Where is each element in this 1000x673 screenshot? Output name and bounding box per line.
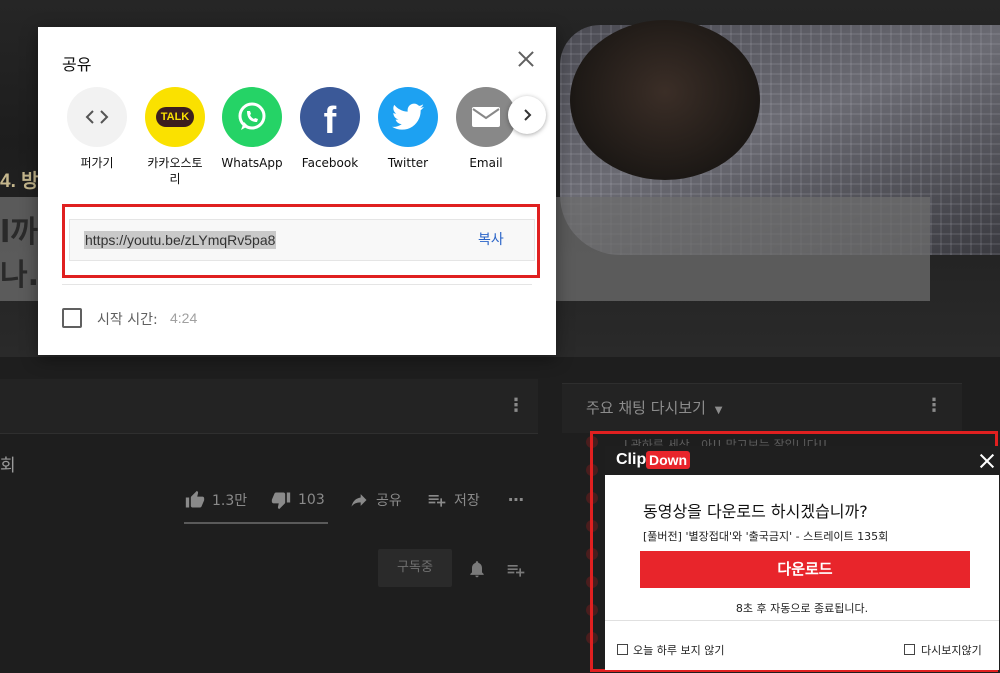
clipdown-video-title: [풀버전] '별장접대'와 '출국금지' - 스트레이트 135회 [643,530,889,543]
share-option-embed[interactable]: 퍼가기 [61,87,133,171]
share-button[interactable]: 공유 [348,490,402,510]
share-option-kakaostory[interactable]: TALK 카카오스토리 [139,87,211,187]
clipdown-popup: Clip Down 동영상을 다운로드 하시겠습니까? [풀버전] '별장접대'… [605,446,999,670]
dislike-button[interactable]: 103 [270,490,325,510]
like-ratio-bar [184,522,328,524]
start-time-checkbox[interactable] [62,308,82,328]
share-dialog-title: 공유 [62,55,92,74]
start-time-label: 시작 시간: [97,312,158,328]
kakao-badge: TALK [155,107,195,127]
divider [62,284,532,285]
thumbs-up-icon [185,490,205,508]
twitter-icon [378,87,438,147]
subscribed-button[interactable]: 구독중 [378,549,452,587]
add-to-playlist-icon[interactable] [505,560,527,580]
download-button[interactable]: 다운로드 [640,551,970,588]
clipdown-header: Clip Down [605,446,999,475]
facebook-icon: f [300,87,360,147]
more-actions-icon[interactable]: ⋯ [506,490,526,510]
share-option-label: Facebook [301,156,359,170]
start-time-value[interactable]: 4:24 [170,310,197,326]
kakao-talk-icon: TALK [145,87,205,147]
skip-today-checkbox[interactable] [617,644,628,655]
like-button[interactable]: 1.3만 [184,490,247,510]
divider [0,433,538,434]
thumbs-down-icon [271,492,291,510]
more-options-icon[interactable]: ⋮ [506,396,526,416]
share-option-label: Twitter [387,156,429,170]
close-icon[interactable] [978,452,996,470]
like-count: 1.3만 [212,493,248,509]
chevron-right-icon [524,109,532,121]
share-option-label: 카카오스토리 [147,156,203,186]
link-highlight-frame: https://youtu.be/zLYmqRv5pa8 복사 [62,204,540,278]
share-option-label: WhatsApp [221,156,283,170]
share-option-label: Email [469,156,503,170]
share-link-url[interactable]: https://youtu.be/zLYmqRv5pa8 [84,231,277,249]
chat-replay-toggle[interactable]: 주요 채팅 다시보기 ▼ [586,397,722,418]
share-option-email[interactable]: Email [450,87,522,171]
episode-label: 4. 방 [0,171,39,192]
chat-replay-label: 주요 채팅 다시보기 [586,399,706,417]
video-frame-head [570,20,760,180]
next-options-button[interactable] [508,96,546,134]
never-show-checkbox[interactable] [904,644,915,655]
clipdown-logo-down: Down [646,451,691,469]
embed-icon [67,87,127,147]
never-show-label[interactable]: 다시보지않기 [921,642,982,658]
info-panel [0,379,538,433]
chat-more-icon[interactable]: ⋮ [924,396,944,416]
skip-today-label[interactable]: 오늘 하루 보지 않기 [633,642,724,658]
close-icon[interactable] [512,45,540,73]
share-label: 공유 [376,493,402,509]
share-arrow-icon [351,494,367,507]
share-option-label: 퍼가기 [80,156,114,170]
video-caption-line-1: l까 [0,215,38,250]
playlist-add-icon [428,495,446,507]
copy-button[interactable]: 복사 [474,230,508,250]
whatsapp-icon [222,87,282,147]
share-option-whatsapp[interactable]: WhatsApp [216,87,288,171]
view-count: 회 [0,456,16,476]
save-label: 저장 [454,493,480,509]
divider [605,620,999,621]
email-icon [456,87,516,147]
dropdown-caret-icon: ▼ [714,405,723,416]
clipdown-question: 동영상을 다운로드 하시겠습니까? [643,502,868,521]
share-link-field[interactable]: https://youtu.be/zLYmqRv5pa8 복사 [69,219,535,261]
save-button[interactable]: 저장 [426,490,480,510]
clipdown-countdown: 8초 후 자동으로 종료됩니다. [735,602,869,615]
share-dialog: 공유 퍼가기 TALK 카카오스토리 WhatsApp f Facebook T… [38,27,556,355]
share-option-twitter[interactable]: Twitter [372,87,444,171]
bell-icon[interactable] [467,559,487,579]
dislike-count: 103 [298,492,325,508]
clipdown-logo-clip: Clip [616,451,647,468]
share-option-facebook[interactable]: f Facebook [294,87,366,171]
